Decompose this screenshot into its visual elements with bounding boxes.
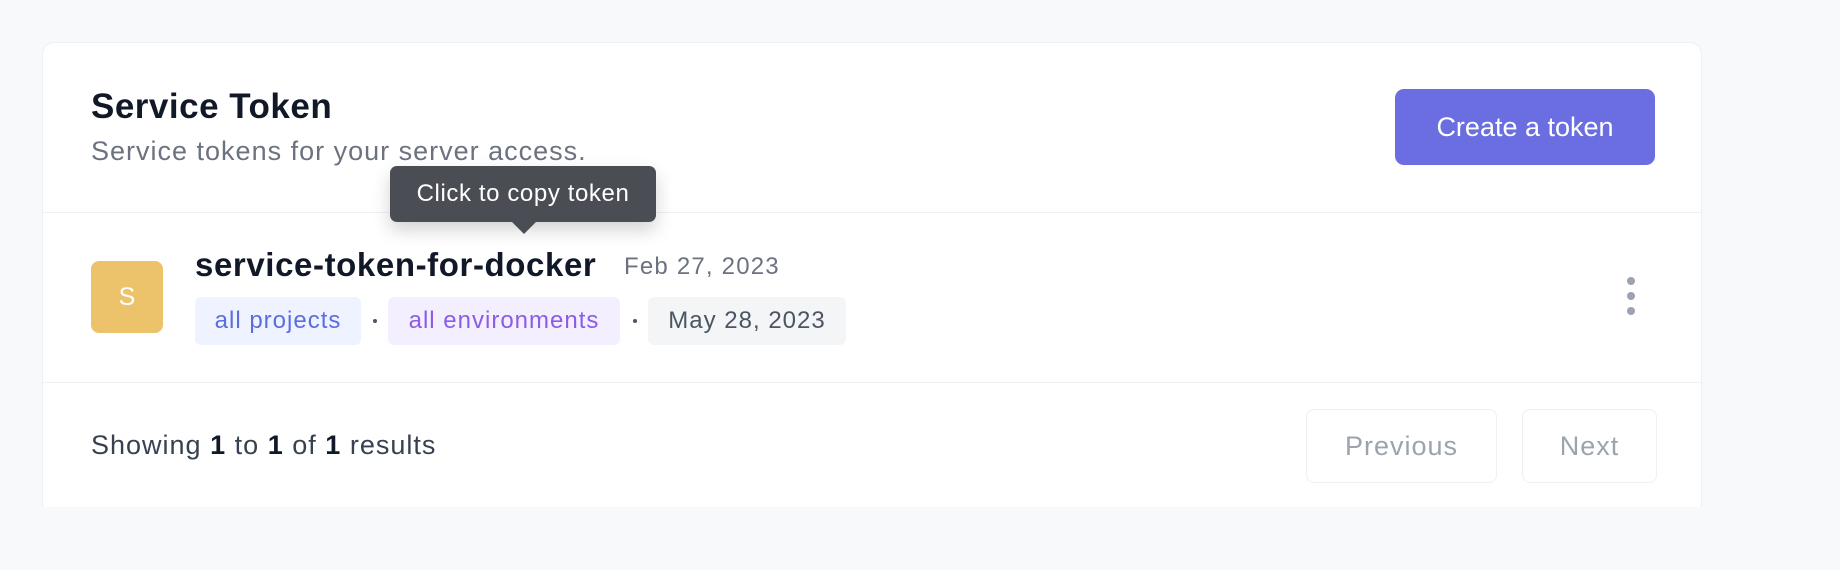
results-to: 1: [267, 430, 284, 460]
more-vertical-icon[interactable]: [1621, 273, 1641, 319]
page-subtitle: Service tokens for your server access.: [91, 136, 587, 166]
expiry-date-tag: May 28, 2023: [648, 297, 846, 345]
service-token-card: Service Token Service tokens for your se…: [42, 42, 1702, 507]
kebab-dot: [1627, 277, 1635, 285]
kebab-dot: [1627, 292, 1635, 300]
environments-tag: all environments: [388, 297, 620, 345]
copy-token-tooltip: Click to copy token: [390, 166, 656, 234]
separator-dot: [373, 319, 377, 323]
results-prefix: Showing: [91, 430, 202, 460]
projects-tag: all projects: [195, 297, 361, 345]
token-avatar: S: [91, 261, 163, 333]
results-to-word: to: [234, 430, 260, 460]
create-token-button[interactable]: Create a token: [1395, 89, 1655, 165]
tooltip-text: Click to copy token: [416, 180, 630, 207]
page-title: Service Token: [91, 87, 333, 126]
results-of-word: of: [292, 430, 317, 460]
previous-page-button[interactable]: Previous: [1306, 409, 1497, 483]
results-summary: Showing 1 to 1 of 1 results: [91, 430, 436, 461]
separator-dot: [633, 319, 637, 323]
token-name[interactable]: service-token-for-docker: [195, 246, 596, 284]
kebab-dot: [1627, 307, 1635, 315]
table-row[interactable]: S service-token-for-docker Feb 27, 2023 …: [43, 213, 1701, 383]
results-suffix: results: [349, 430, 437, 460]
results-total: 1: [325, 430, 342, 460]
card-header: Service Token Service tokens for your se…: [43, 43, 1701, 213]
next-page-button[interactable]: Next: [1522, 409, 1657, 483]
results-from: 1: [210, 430, 227, 460]
pagination: Showing 1 to 1 of 1 results Previous Nex…: [43, 383, 1701, 508]
tooltip-arrow: [512, 222, 536, 234]
token-created-date: Feb 27, 2023: [624, 253, 780, 280]
